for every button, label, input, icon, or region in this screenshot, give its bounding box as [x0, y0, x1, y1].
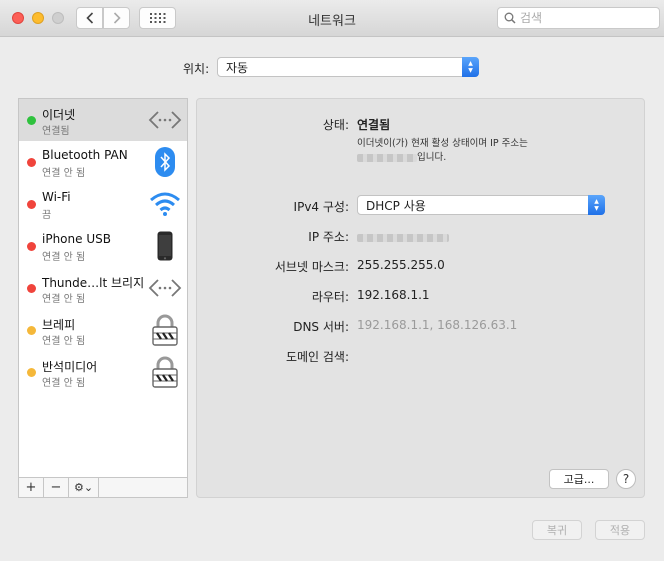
service-item-iphone-usb[interactable]: iPhone USB 연결 안 됨: [19, 225, 187, 267]
add-service-button[interactable]: +: [19, 478, 44, 497]
status-dot: [27, 116, 36, 125]
service-status: 연결 안 됨: [42, 336, 86, 347]
service-name: 반석미디어: [42, 360, 98, 374]
status-dot: [27, 242, 36, 251]
service-item-vpn-1[interactable]: 브레피 연결 안 됨: [19, 309, 187, 351]
router-label: 라우터:: [311, 290, 349, 304]
location-label: 위치:: [183, 62, 210, 76]
subnet-mask-label: 서브넷 마스크:: [274, 260, 349, 274]
service-status: 연결 안 됨: [42, 378, 86, 389]
lock-icon: [147, 356, 183, 388]
ethernet-icon: [147, 104, 183, 136]
redacted-ip: [357, 153, 417, 162]
location-select[interactable]: 자동 ▲ ▼: [217, 57, 479, 77]
search-field[interactable]: [497, 7, 660, 29]
ipv4-config-label: IPv4 구성:: [293, 200, 349, 214]
ip-address-value: [357, 230, 449, 244]
service-status: 연결 안 됨: [42, 168, 86, 179]
ipv4-config-value: DHCP 사용: [366, 198, 426, 213]
service-name: 브레피: [42, 318, 76, 332]
ipv4-config-select[interactable]: DHCP 사용 ▲ ▼: [357, 195, 605, 215]
subnet-mask-value: 255.255.255.0: [357, 258, 445, 272]
service-name: iPhone USB: [42, 232, 111, 246]
service-name: Wi-Fi: [42, 190, 71, 204]
service-status: 연결됨: [42, 126, 70, 137]
ip-address-label: IP 주소:: [308, 230, 349, 244]
status-dot: [27, 326, 36, 335]
status-dot: [27, 368, 36, 377]
service-list-toolbar: + − ⚙︎⌄: [18, 478, 188, 498]
service-item-ethernet[interactable]: 이더넷 연결됨: [19, 99, 187, 141]
titlebar: 네트워크: [0, 0, 664, 37]
apply-button[interactable]: 적용: [595, 520, 645, 540]
service-actions-gear-button[interactable]: ⚙︎⌄: [69, 478, 99, 497]
service-name: 이더넷: [42, 108, 76, 122]
ethernet-icon: [147, 272, 183, 304]
redacted-ip: [357, 233, 449, 242]
lock-icon: [147, 314, 183, 346]
status-dot: [27, 200, 36, 209]
service-item-bluetooth-pan[interactable]: Bluetooth PAN 연결 안 됨: [19, 141, 187, 183]
status-description-suffix: 입니다.: [417, 152, 447, 163]
dns-server-value: 192.168.1.1, 168.126.63.1: [357, 318, 518, 332]
dns-server-label: DNS 서버:: [293, 320, 349, 334]
status-description: 이더넷이(가) 현재 활성 상태이며 IP 주소는 입니다.: [357, 137, 627, 165]
revert-button[interactable]: 복귀: [532, 520, 582, 540]
remove-service-button[interactable]: −: [44, 478, 69, 497]
service-item-wifi[interactable]: Wi-Fi 끔: [19, 183, 187, 225]
service-item-vpn-2[interactable]: 반석미디어 연결 안 됨: [19, 351, 187, 393]
advanced-button[interactable]: 고급...: [549, 469, 609, 489]
select-stepper-icon: ▲ ▼: [462, 57, 479, 77]
service-list: 이더넷 연결됨 Bluetooth PAN 연결 안 됨 Wi-Fi 끔 iPh…: [18, 98, 188, 478]
network-preferences-window: 네트워크 위치: 자동 ▲▼ 이더넷 연결됨 Bluetooth PAN 연결 …: [0, 0, 664, 561]
status-label: 상태:: [322, 118, 349, 132]
service-name: Thunde…lt 브리지: [42, 276, 145, 290]
select-stepper-icon: ▲ ▼: [588, 195, 605, 215]
location-value: 자동: [226, 60, 249, 75]
service-status: 연결 안 됨: [42, 252, 86, 263]
service-detail-panel: 상태: 연결됨 이더넷이(가) 현재 활성 상태이며 IP 주소는 입니다. I…: [196, 98, 645, 498]
help-button[interactable]: ?: [616, 469, 636, 489]
wifi-icon: [147, 188, 183, 220]
service-item-thunderbolt-bridge[interactable]: Thunde…lt 브리지 연결 안 됨: [19, 267, 187, 309]
search-domains-label: 도메인 검색:: [285, 350, 349, 364]
service-status: 연결 안 됨: [42, 294, 86, 305]
service-status: 끔: [42, 210, 52, 221]
iphone-icon: [147, 230, 183, 262]
bluetooth-icon: [147, 146, 183, 178]
status-dot: [27, 158, 36, 167]
service-name: Bluetooth PAN: [42, 148, 128, 162]
search-input[interactable]: [520, 11, 650, 25]
status-value: 연결됨: [357, 118, 391, 132]
status-dot: [27, 284, 36, 293]
router-value: 192.168.1.1: [357, 288, 430, 302]
search-icon: [504, 12, 516, 24]
status-description-line1: 이더넷이(가) 현재 활성 상태이며 IP 주소는: [357, 138, 528, 149]
